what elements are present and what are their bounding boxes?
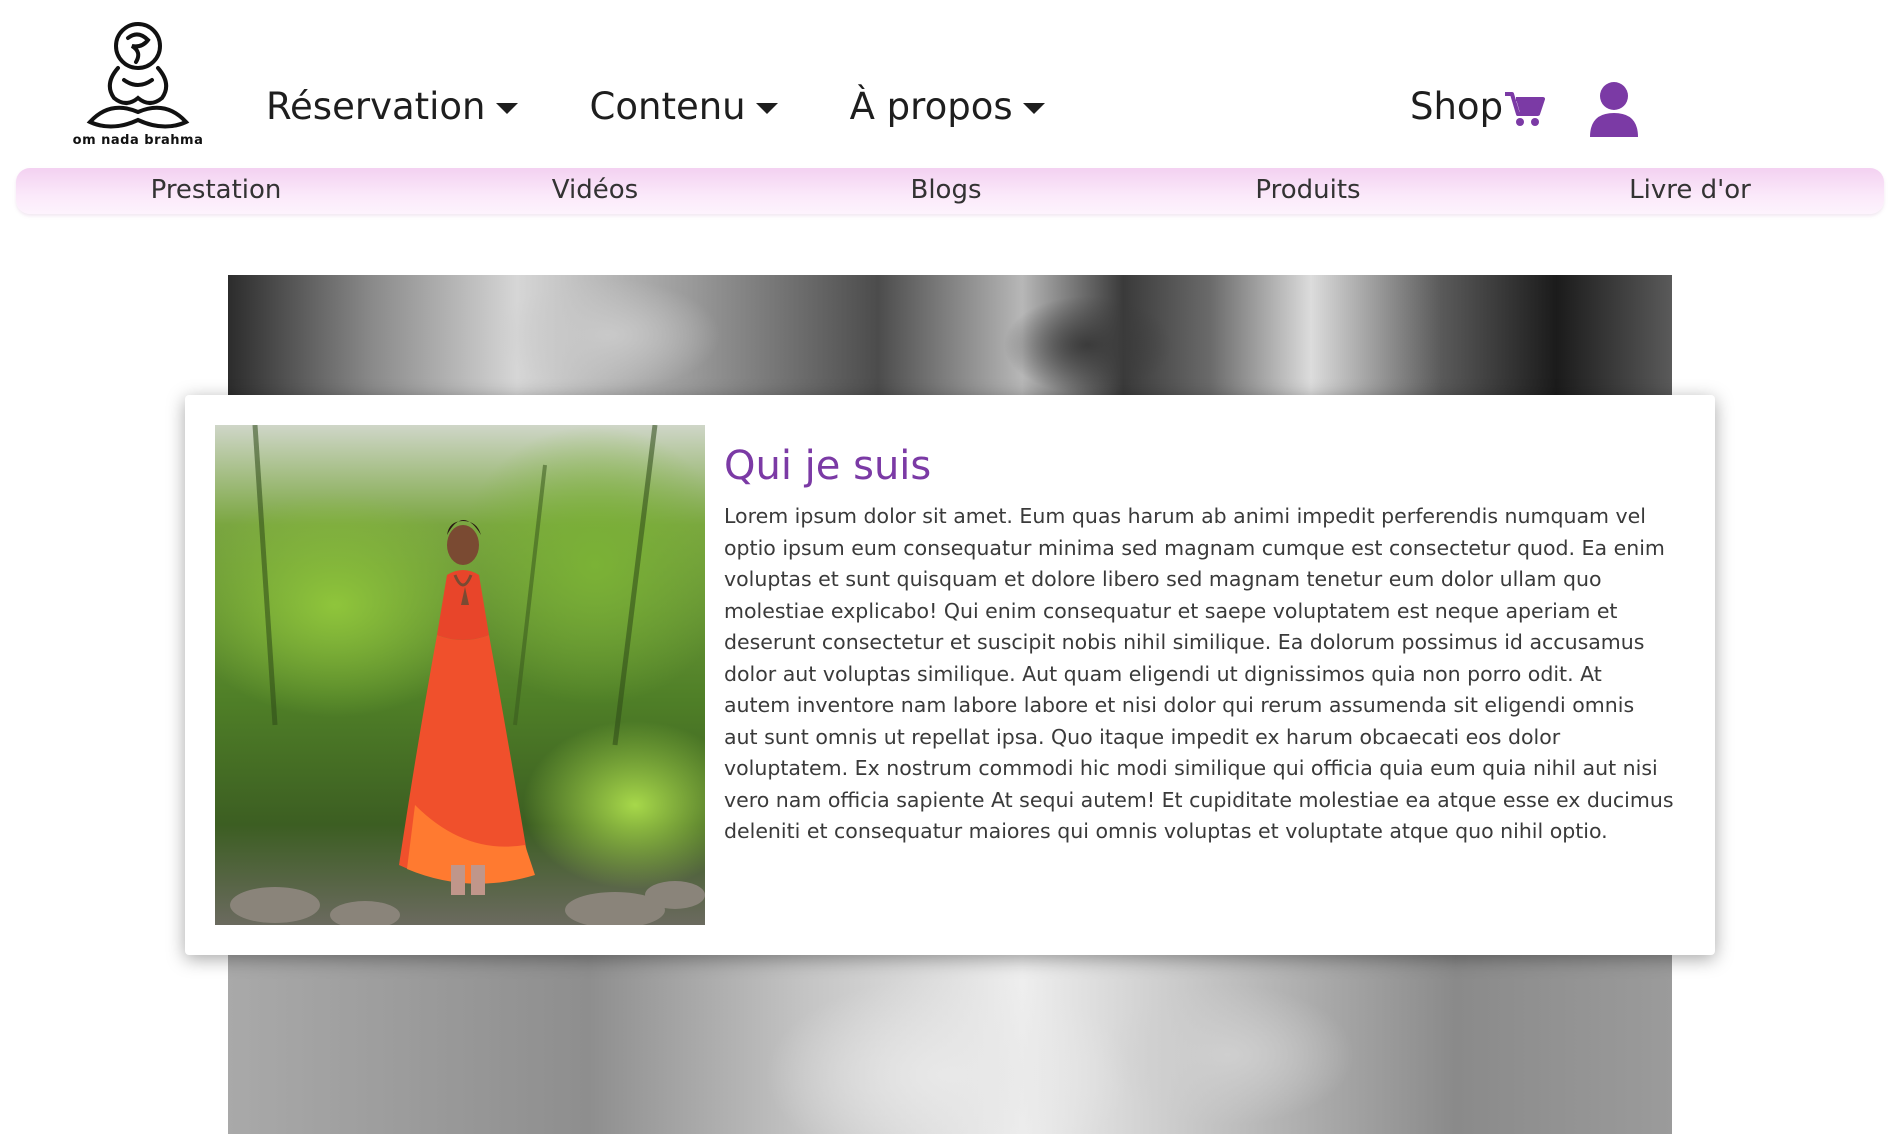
user-icon [1590,82,1638,137]
nav-reservation-label: Réservation [266,85,486,128]
subnav-item-livre-dor[interactable]: Livre d'or [1629,175,1751,205]
about-text: Lorem ipsum dolor sit amet. Eum quas har… [724,504,1674,843]
nav-apropos-label: À propos [849,85,1013,128]
subnav-item-videos[interactable]: Vidéos [552,175,638,205]
subnav-item-blogs[interactable]: Blogs [910,175,981,205]
main-nav: Réservation Contenu À propos [266,85,1117,128]
nav-contenu-dropdown[interactable]: Contenu [590,85,778,128]
shop-label: Shop [1410,84,1504,128]
secondary-nav: Prestation Vidéos Blogs Produits Livre d… [16,168,1884,214]
caret-down-icon [1022,103,1045,114]
nav-contenu-label: Contenu [589,85,746,128]
about-photo [215,425,705,925]
woman-in-red-dress-photo [230,425,705,925]
subnav-item-produits[interactable]: Produits [1255,175,1360,205]
hero-image-bottom [228,955,1672,1134]
svg-text:om nada brahma: om nada brahma [73,133,204,148]
page: om nada brahma Réservation Contenu À pro… [0,0,1897,1134]
caret-down-icon [495,103,518,114]
caret-down-icon [755,103,778,114]
user-account-button[interactable] [1588,81,1640,137]
site-logo[interactable]: om nada brahma [72,18,204,150]
about-card: Qui je suis Lorem ipsum dolor sit amet. … [185,395,1715,955]
nav-reservation-dropdown[interactable]: Réservation [266,85,518,128]
hero-image-top [228,275,1672,405]
site-header: om nada brahma Réservation Contenu À pro… [0,0,1897,166]
subnav-item-prestation[interactable]: Prestation [151,175,282,205]
nav-apropos-dropdown[interactable]: À propos [850,85,1045,128]
om-meditation-logo-icon: om nada brahma [73,22,204,148]
shopping-cart-icon [1505,92,1546,126]
about-title: Qui je suis [724,443,932,489]
shop-link[interactable]: Shop [1410,84,1546,128]
